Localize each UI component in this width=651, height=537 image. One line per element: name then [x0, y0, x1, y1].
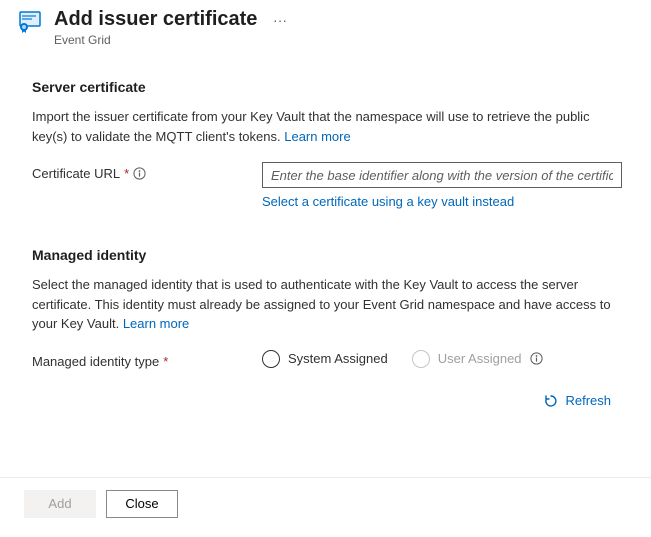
- add-button: Add: [24, 490, 96, 518]
- identity-type-radio-group: System Assigned User Assigned: [262, 350, 543, 368]
- blade-header: Add issuer certificate ··· Event Grid: [0, 0, 651, 47]
- refresh-button[interactable]: Refresh: [543, 393, 611, 409]
- blade-title: Add issuer certificate: [54, 8, 257, 31]
- certificate-icon: [18, 8, 44, 34]
- refresh-icon: [543, 393, 559, 409]
- system-assigned-radio[interactable]: System Assigned: [262, 350, 388, 368]
- add-issuer-certificate-blade: Add issuer certificate ··· Event Grid Se…: [0, 0, 651, 530]
- server-certificate-section: Server certificate Import the issuer cer…: [32, 79, 619, 209]
- server-cert-learn-more-link[interactable]: Learn more: [284, 129, 350, 144]
- blade-subtitle: Event Grid: [54, 33, 633, 47]
- managed-identity-description: Select the managed identity that is used…: [32, 275, 619, 334]
- info-icon[interactable]: [133, 167, 146, 180]
- managed-identity-section: Managed identity Select the managed iden…: [32, 247, 619, 409]
- certificate-url-input[interactable]: [262, 162, 622, 188]
- more-icon[interactable]: ···: [273, 12, 287, 28]
- info-icon[interactable]: [530, 352, 543, 365]
- server-cert-title: Server certificate: [32, 79, 619, 95]
- required-indicator: *: [163, 354, 168, 369]
- required-indicator: *: [124, 166, 129, 181]
- radio-icon: [262, 350, 280, 368]
- managed-identity-title: Managed identity: [32, 247, 619, 263]
- select-key-vault-link[interactable]: Select a certificate using a key vault i…: [262, 194, 514, 209]
- user-assigned-radio: User Assigned: [412, 350, 543, 368]
- certificate-url-field: Certificate URL * Select a certificate u…: [32, 162, 619, 209]
- close-button[interactable]: Close: [106, 490, 178, 518]
- radio-icon: [412, 350, 430, 368]
- certificate-url-label: Certificate URL *: [32, 162, 252, 181]
- managed-identity-learn-more-link[interactable]: Learn more: [123, 316, 189, 331]
- managed-identity-type-label: Managed identity type *: [32, 350, 252, 369]
- server-cert-description: Import the issuer certificate from your …: [32, 107, 619, 146]
- blade-footer: Add Close: [0, 477, 651, 530]
- managed-identity-type-field: Managed identity type * System Assigned …: [32, 350, 619, 369]
